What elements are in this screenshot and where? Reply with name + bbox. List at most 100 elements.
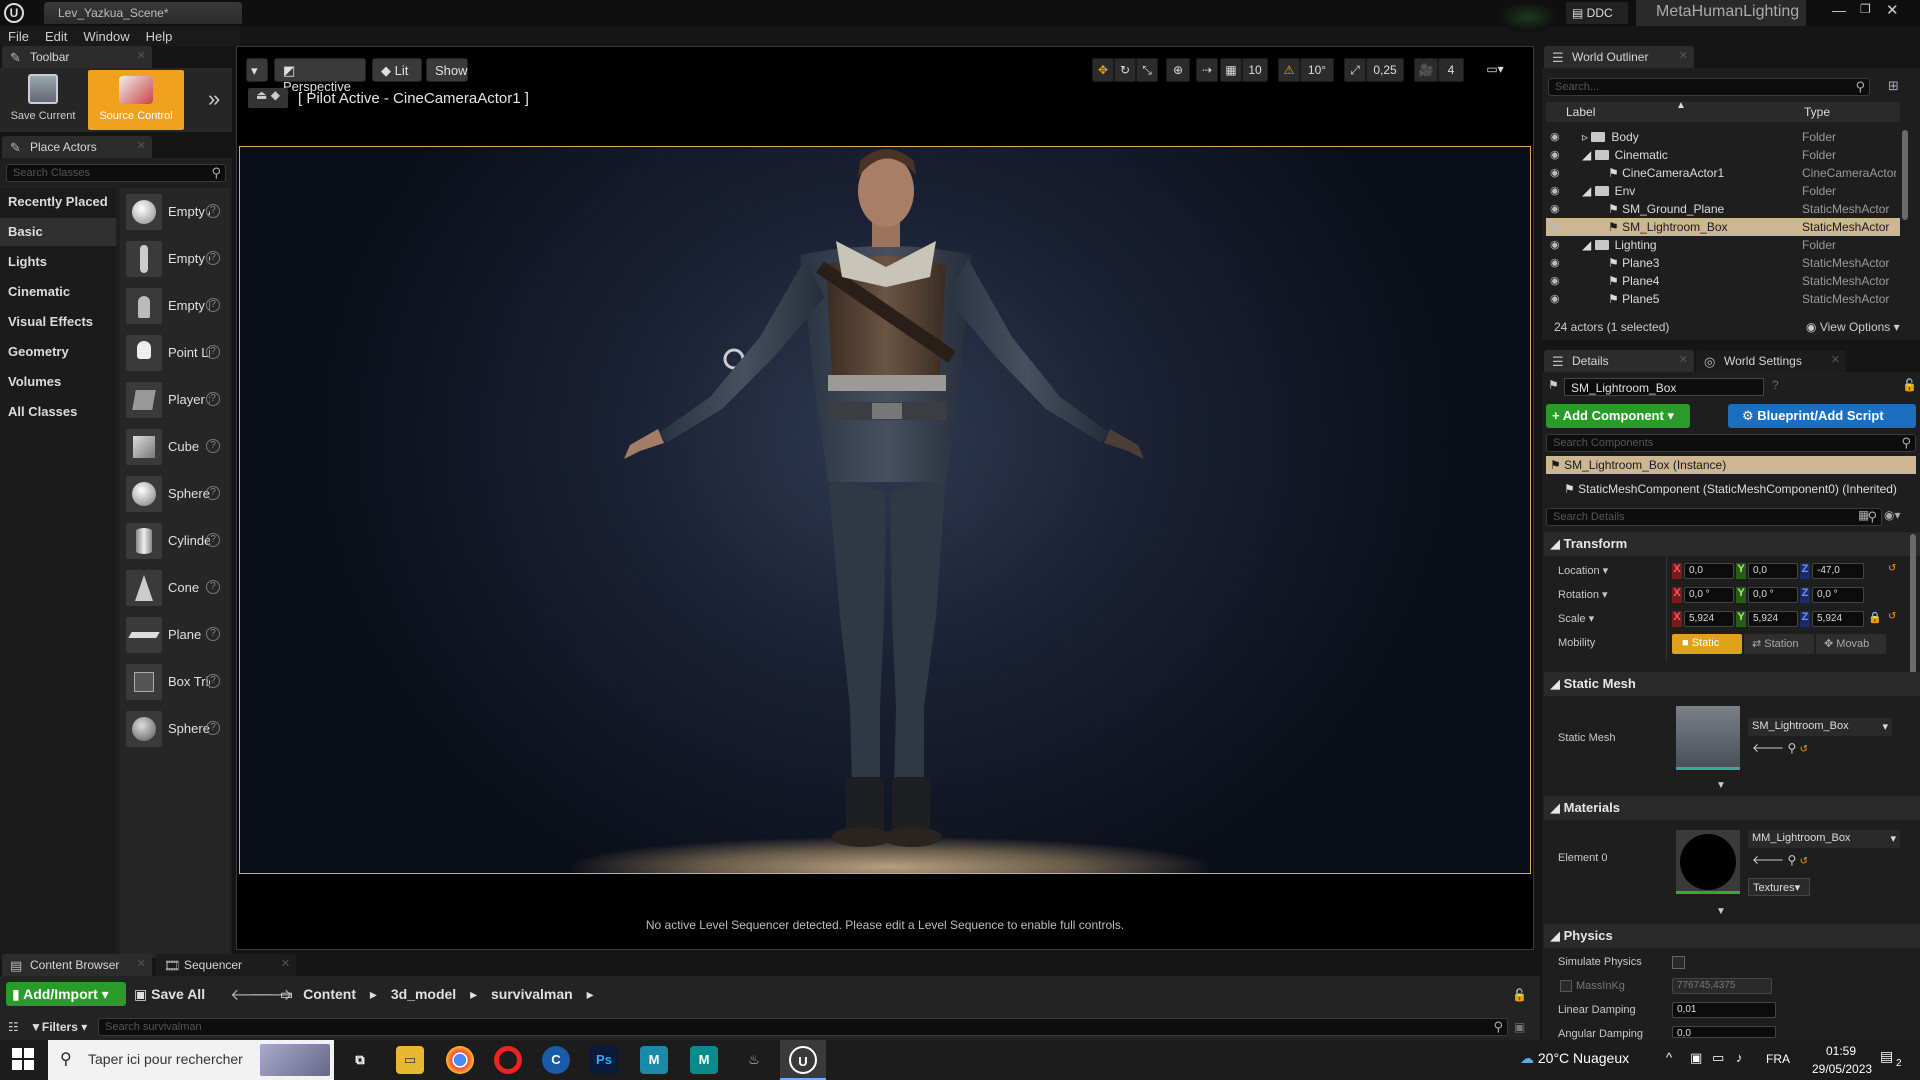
mass-field[interactable]: 776745,4375 bbox=[1672, 978, 1772, 994]
scale-snap-value[interactable]: 0,25 bbox=[1366, 58, 1404, 82]
grid-snap-icon[interactable]: ▦ bbox=[1220, 58, 1242, 82]
tab-world-outliner[interactable]: ☰ World Outliner ✕ bbox=[1544, 46, 1694, 68]
component-search-input[interactable]: Search Components ⚲ bbox=[1546, 434, 1916, 452]
close-icon[interactable]: ✕ bbox=[1679, 49, 1688, 62]
scene-render[interactable] bbox=[239, 146, 1531, 874]
rotation-label[interactable]: Rotation ▾ bbox=[1558, 588, 1608, 601]
simulate-physics-checkbox[interactable] bbox=[1672, 956, 1685, 969]
tray-chevron-icon[interactable]: ^ bbox=[1666, 1050, 1672, 1065]
eye-dropdown-icon[interactable]: ◉▾ bbox=[1884, 508, 1901, 522]
static-mesh-dropdown[interactable]: SM_Lightroom_Box ▾ bbox=[1748, 718, 1892, 736]
help-icon[interactable]: ? bbox=[206, 533, 220, 547]
component-row[interactable]: ⚑ StaticMeshComponent (StaticMeshCompone… bbox=[1564, 482, 1897, 496]
visibility-icon[interactable]: ◉ bbox=[1550, 166, 1560, 179]
ccleaner-icon[interactable]: C bbox=[542, 1046, 570, 1074]
outliner-row[interactable]: ◉ ⚑ Plane5 StaticMeshActor bbox=[1546, 290, 1900, 308]
static-mesh-section[interactable]: ◢ Static Mesh bbox=[1544, 672, 1920, 696]
mobility-movable-button[interactable]: ✥ Movab bbox=[1816, 634, 1886, 654]
outliner-row[interactable]: ◉ ⚑ Plane3 StaticMeshActor bbox=[1546, 254, 1900, 272]
category-volumes[interactable]: Volumes bbox=[0, 368, 116, 396]
outliner-scrollbar[interactable] bbox=[1902, 130, 1908, 220]
menu-edit[interactable]: Edit bbox=[37, 26, 75, 47]
static-mesh-thumbnail[interactable] bbox=[1676, 706, 1740, 770]
view-options-button[interactable]: ◉ View Options ▾ bbox=[1806, 320, 1900, 334]
add-filter-icon[interactable]: ⊞ bbox=[1888, 78, 1899, 94]
category-lights[interactable]: Lights bbox=[0, 248, 116, 276]
rotation-snap-value[interactable]: 10° bbox=[1300, 58, 1334, 82]
rotation-snap-icon[interactable]: ⚠ bbox=[1278, 58, 1300, 82]
rotate-icon[interactable]: ↻ bbox=[1114, 58, 1136, 82]
scale-snap-icon[interactable]: ⤢ bbox=[1344, 58, 1366, 82]
visibility-icon[interactable]: ◉ bbox=[1550, 238, 1560, 251]
expand-arrow-icon[interactable]: ▼ bbox=[1716, 906, 1726, 917]
rotation-x-field[interactable]: 0,0 ° bbox=[1684, 587, 1734, 603]
outliner-row[interactable]: ◉ ⚑ SM_Ground_Plane StaticMeshActor bbox=[1546, 200, 1900, 218]
actor-item[interactable]: Cube? bbox=[124, 425, 232, 469]
actor-item[interactable]: Box Trigger? bbox=[124, 660, 232, 704]
viewport-options-button[interactable]: ▾ bbox=[246, 58, 268, 82]
scale-z-field[interactable]: 5,924 bbox=[1812, 611, 1864, 627]
scale-x-field[interactable]: 5,924 bbox=[1684, 611, 1734, 627]
category-recently-placed[interactable]: Recently Placed bbox=[0, 188, 116, 216]
save-search-icon[interactable]: ▣ bbox=[1514, 1020, 1525, 1034]
volume-icon[interactable]: ♪ bbox=[1736, 1050, 1743, 1065]
instance-row[interactable]: ⚑ SM_Lightroom_Box (Instance) bbox=[1546, 456, 1916, 474]
reset-icon[interactable]: ↺ bbox=[1888, 563, 1896, 574]
maximize-button[interactable]: ❐ bbox=[1860, 2, 1871, 16]
clock-time[interactable]: 01:59 bbox=[1826, 1044, 1856, 1058]
physics-section[interactable]: ◢ Physics bbox=[1544, 924, 1920, 948]
content-search-input[interactable]: Search survivalman ⚲ bbox=[98, 1018, 1508, 1036]
lock-icon[interactable]: 🔓 bbox=[1902, 378, 1917, 392]
layout-icon[interactable]: ▭▾ bbox=[1474, 58, 1516, 82]
visibility-icon[interactable]: ◉ bbox=[1550, 130, 1560, 143]
col-type-header[interactable]: Type bbox=[1804, 105, 1830, 119]
outliner-row[interactable]: ◉ ◢ Lighting Folder bbox=[1546, 236, 1900, 254]
help-icon[interactable]: ? bbox=[206, 345, 220, 359]
show-button[interactable]: Show bbox=[426, 58, 468, 82]
actor-item[interactable]: Empty Character? bbox=[124, 237, 232, 281]
help-icon[interactable]: ? bbox=[206, 251, 220, 265]
rotation-y-field[interactable]: 0,0 ° bbox=[1748, 587, 1798, 603]
sources-icon[interactable]: ☷ bbox=[8, 1020, 19, 1034]
blueprint-button[interactable]: ⚙ Blueprint/Add Script bbox=[1728, 404, 1916, 428]
tab-details[interactable]: ☰ Details ✕ bbox=[1544, 350, 1694, 372]
close-icon[interactable]: ✕ bbox=[281, 957, 290, 970]
material-dropdown[interactable]: MM_Lightroom_Box ▾ bbox=[1748, 830, 1900, 848]
angular-damping-field[interactable]: 0,0 bbox=[1672, 1026, 1776, 1038]
close-button[interactable]: ✕ bbox=[1886, 1, 1899, 19]
mass-checkbox[interactable] bbox=[1560, 980, 1572, 992]
mobility-static-button[interactable]: ■ Static bbox=[1672, 634, 1742, 654]
actor-item[interactable]: Empty Pawn? bbox=[124, 284, 232, 328]
actor-name-field[interactable]: SM_Lightroom_Box bbox=[1564, 378, 1764, 396]
chrome-icon[interactable] bbox=[446, 1046, 474, 1074]
grid-snap-value[interactable]: 10 bbox=[1242, 58, 1268, 82]
details-scrollbar[interactable] bbox=[1910, 534, 1916, 674]
grid-view-icon[interactable]: ▦ bbox=[1858, 508, 1869, 522]
expand-chevron-icon[interactable]: » bbox=[208, 86, 220, 112]
category-cinematic[interactable]: Cinematic bbox=[0, 278, 116, 306]
scale-y-field[interactable]: 5,924 bbox=[1748, 611, 1798, 627]
camera-speed-icon[interactable]: 🎥 bbox=[1414, 58, 1438, 82]
scale-lock-icon[interactable]: 🔒 bbox=[1868, 611, 1882, 624]
help-icon[interactable]: ? bbox=[206, 439, 220, 453]
actor-item[interactable]: Player Start? bbox=[124, 378, 232, 422]
pilot-eject-icon[interactable]: ⏏ ◆ bbox=[248, 88, 288, 108]
visibility-icon[interactable]: ◉ bbox=[1550, 184, 1560, 197]
menu-help[interactable]: Help bbox=[138, 26, 181, 47]
close-icon[interactable]: ✕ bbox=[137, 49, 146, 62]
language-indicator[interactable]: FRA bbox=[1766, 1052, 1790, 1066]
add-import-button[interactable]: ▮ Add/Import ▾ bbox=[6, 982, 126, 1006]
add-component-button[interactable]: + Add Component ▾ bbox=[1546, 404, 1690, 428]
material-thumbnail[interactable] bbox=[1676, 830, 1740, 894]
menu-file[interactable]: File bbox=[0, 26, 37, 47]
expand-arrow-icon[interactable]: ▼ bbox=[1716, 780, 1726, 791]
maya-icon[interactable]: M bbox=[640, 1046, 668, 1074]
camera-speed-value[interactable]: 4 bbox=[1438, 58, 1464, 82]
category-visual-effects[interactable]: Visual Effects bbox=[0, 308, 116, 336]
help-icon[interactable]: ? bbox=[206, 580, 220, 594]
marvelous-icon[interactable]: M bbox=[690, 1046, 718, 1074]
visibility-icon[interactable]: ◉ bbox=[1550, 148, 1560, 161]
scale-icon[interactable]: ⤡ bbox=[1136, 58, 1158, 82]
clock-date[interactable]: 29/05/2023 bbox=[1812, 1062, 1872, 1076]
photoshop-icon[interactable]: Ps bbox=[590, 1046, 618, 1074]
